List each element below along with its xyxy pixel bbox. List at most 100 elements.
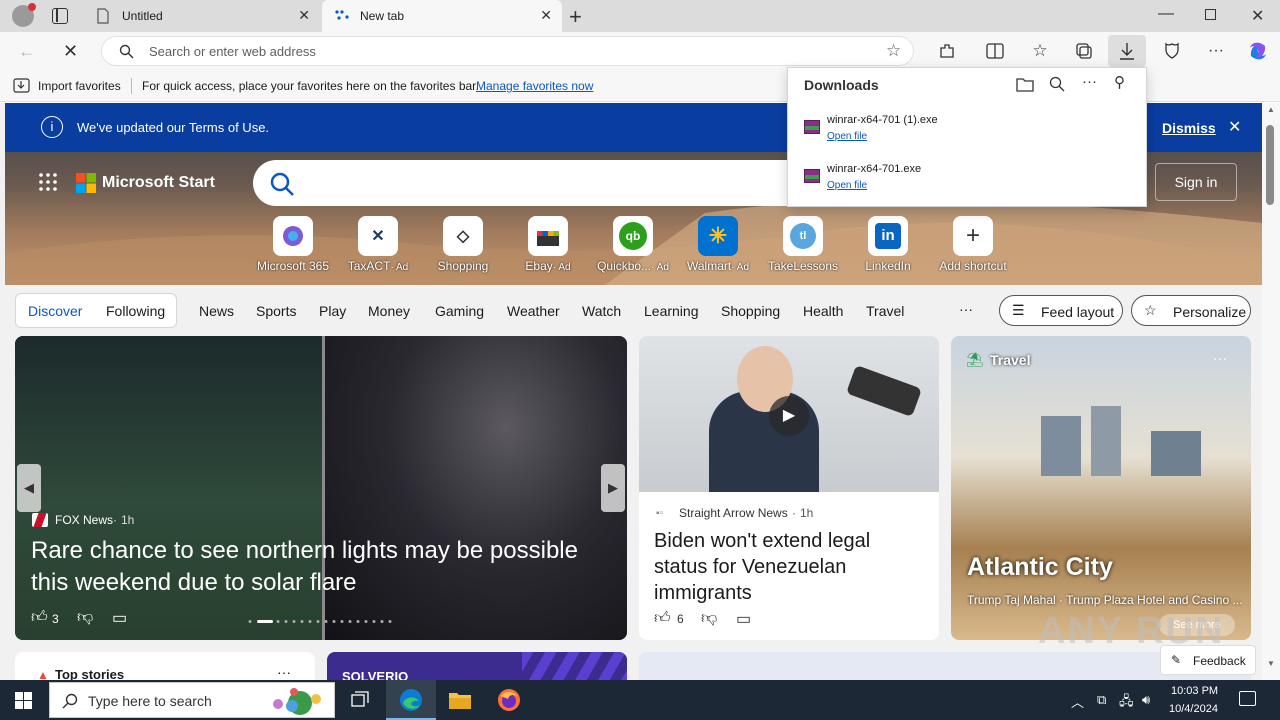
story-title[interactable]: Biden won't extend legal status for Vene… xyxy=(654,528,924,606)
back-icon[interactable]: ← xyxy=(18,41,36,62)
carousel-prev-icon[interactable]: ◀ xyxy=(17,464,41,512)
like-icon[interactable]: 👍︎ xyxy=(654,609,671,628)
add-shortcut-button[interactable]: + Add shortcut xyxy=(930,216,1016,273)
network-icon[interactable]: 🖧︎ xyxy=(1119,692,1134,714)
extensions-icon[interactable] xyxy=(933,38,961,64)
downloads-more-icon[interactable]: ··· xyxy=(1082,73,1097,90)
tab-untitled[interactable]: Untitled ✕ xyxy=(84,0,320,32)
dislike-icon[interactable]: 👎︎ xyxy=(701,609,717,628)
solverio-ad-card[interactable]: SOLVERIO xyxy=(327,652,627,680)
nav-more-icon[interactable]: ··· xyxy=(959,301,973,317)
tab-following[interactable]: Following xyxy=(106,303,165,319)
task-view-icon[interactable] xyxy=(350,690,370,710)
shortcut-linkedin[interactable]: in LinkedIn xyxy=(845,216,931,273)
close-tab-icon[interactable]: ✕ xyxy=(298,7,310,24)
scroll-thumb[interactable] xyxy=(1266,125,1274,205)
travel-title[interactable]: Atlantic City xyxy=(967,553,1113,582)
comment-icon[interactable]: ▭ xyxy=(112,608,127,628)
search-icon xyxy=(270,172,294,196)
main-story-card[interactable]: ◀ ▶ FOX News · 1h Rare chance to see nor… xyxy=(15,336,627,640)
download-item[interactable]: winrar-x64-701 (1).exe Open file xyxy=(788,106,1146,154)
nav-health[interactable]: Health xyxy=(803,303,843,319)
downloads-icon[interactable] xyxy=(1108,35,1146,67)
nav-travel[interactable]: Travel xyxy=(866,303,904,319)
card-more-icon[interactable]: ··· xyxy=(1213,350,1227,366)
play-video-icon[interactable]: ▶ xyxy=(769,396,809,436)
firefox-icon[interactable] xyxy=(497,688,521,712)
shortcut-ebay[interactable]: Ebay· Ad xyxy=(505,216,591,273)
new-tab-plus-icon[interactable]: + xyxy=(569,4,582,30)
tab-discover[interactable]: Discover xyxy=(28,303,82,319)
shortcut-taxact[interactable]: ✕ TaxACT· Ad xyxy=(335,216,421,273)
address-bar[interactable]: Search or enter web address ☆ xyxy=(101,36,914,66)
shortcut-quickbooks[interactable]: qb Quickbo...· Ad xyxy=(590,216,676,273)
split-screen-icon[interactable] xyxy=(981,38,1009,64)
open-file-link[interactable]: Open file xyxy=(827,131,867,142)
collections-icon[interactable] xyxy=(1070,38,1098,64)
source-logo-icon: ▪▫ xyxy=(656,508,664,519)
nav-money[interactable]: Money xyxy=(368,303,410,319)
import-favorites-button[interactable]: Import favorites xyxy=(38,79,121,93)
file-explorer-icon[interactable] xyxy=(448,690,472,710)
windows-start-icon[interactable] xyxy=(15,692,32,709)
nav-weather[interactable]: Weather xyxy=(507,303,560,319)
dislike-icon[interactable]: 👎︎ xyxy=(77,608,93,627)
tray-device-icon[interactable]: ⧉ xyxy=(1097,692,1106,708)
personalize-button[interactable]: ☆ Personalize xyxy=(1131,295,1251,326)
open-file-link[interactable]: Open file xyxy=(827,180,867,191)
story-title[interactable]: Rare chance to see northern lights may b… xyxy=(31,535,611,599)
close-window-icon[interactable]: ✕ xyxy=(1251,6,1264,26)
taskbar-time[interactable]: 10:03 PM xyxy=(1171,685,1218,697)
browser-essentials-icon[interactable] xyxy=(1158,38,1186,64)
pin-icon[interactable]: ⚲ xyxy=(1114,73,1125,91)
travel-card[interactable]: ⛱ Travel ··· Atlantic City Trump Taj Mah… xyxy=(951,336,1251,640)
travel-subtitle: Trump Taj Mahal · Trump Plaza Hotel and … xyxy=(967,593,1242,607)
card-more-icon[interactable]: ··· xyxy=(277,664,291,680)
feed-layout-button[interactable]: ☰ Feed layout xyxy=(999,295,1123,326)
like-icon[interactable]: 👍︎ xyxy=(31,608,48,627)
nav-watch[interactable]: Watch xyxy=(582,303,621,319)
carousel-next-icon[interactable]: ▶ xyxy=(601,464,625,512)
web-search-box[interactable] xyxy=(253,160,813,206)
open-folder-icon[interactable] xyxy=(1016,76,1034,92)
shortcut-walmart[interactable]: ✳ Walmart· Ad xyxy=(675,216,761,273)
dismiss-link[interactable]: Dismiss xyxy=(1162,120,1216,136)
tab-actions-icon[interactable] xyxy=(52,8,68,24)
news-card[interactable]: ▶ ▪▫ Straight Arrow News · 1h Biden won'… xyxy=(639,336,939,640)
favorites-icon[interactable]: ☆ xyxy=(1026,38,1054,64)
edge-taskbar-icon[interactable] xyxy=(386,680,436,720)
manage-favorites-link[interactable]: Manage favorites now xyxy=(476,79,593,93)
notifications-icon[interactable] xyxy=(1239,691,1256,706)
favorite-star-icon[interactable]: ☆ xyxy=(886,41,901,61)
nav-learning[interactable]: Learning xyxy=(644,303,699,319)
close-tab-icon[interactable]: ✕ xyxy=(540,7,552,24)
nav-shopping[interactable]: Shopping xyxy=(721,303,780,319)
taskbar-search[interactable]: Type here to search xyxy=(49,682,335,718)
app-launcher-icon[interactable] xyxy=(39,173,57,191)
tab-new-tab[interactable]: New tab ✕ xyxy=(322,0,562,32)
nav-play[interactable]: Play xyxy=(319,303,346,319)
page-scrollbar[interactable]: ▲ ▼ xyxy=(1262,103,1280,680)
close-banner-icon[interactable]: ✕ xyxy=(1228,117,1241,137)
nav-sports[interactable]: Sports xyxy=(256,303,296,319)
tray-overflow-icon[interactable]: ︿ xyxy=(1071,692,1084,711)
shortcut-takelessons[interactable]: tl TakeLessons xyxy=(760,216,846,273)
nav-news[interactable]: News xyxy=(199,303,234,319)
restore-icon[interactable] xyxy=(1205,9,1216,20)
copilot-icon[interactable] xyxy=(1244,38,1272,64)
taskbar-search-placeholder: Type here to search xyxy=(88,693,212,709)
volume-icon[interactable]: 🔊︎ xyxy=(1142,692,1150,708)
downloads-panel: Downloads ··· ⚲ winrar-x64-701 (1).exe O… xyxy=(787,67,1147,207)
shortcut-shopping[interactable]: ◇ Shopping xyxy=(420,216,506,273)
stop-loading-icon[interactable]: ✕ xyxy=(63,41,78,62)
minimize-icon[interactable]: — xyxy=(1158,5,1174,23)
taskbar-date[interactable]: 10/4/2024 xyxy=(1169,703,1218,715)
shortcut-microsoft-365[interactable]: Microsoft 365 xyxy=(250,216,336,273)
sign-in-button[interactable]: Sign in xyxy=(1155,163,1237,201)
comment-icon[interactable]: ▭ xyxy=(736,609,751,629)
more-menu-icon[interactable]: ··· xyxy=(1202,38,1230,64)
nav-gaming[interactable]: Gaming xyxy=(435,303,484,319)
download-item[interactable]: winrar-x64-701.exe Open file xyxy=(788,155,1146,203)
search-downloads-icon[interactable] xyxy=(1049,76,1065,92)
profile-avatar-icon[interactable] xyxy=(12,3,36,27)
